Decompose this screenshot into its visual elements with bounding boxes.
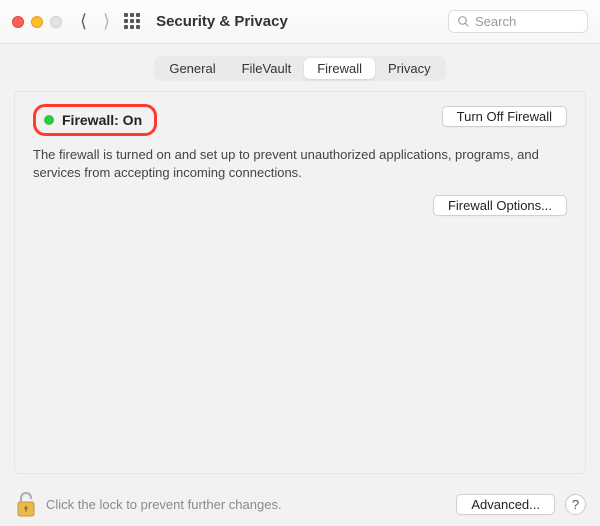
tab-group: General FileVault Firewall Privacy (154, 56, 445, 81)
tab-general[interactable]: General (156, 58, 228, 79)
options-row: Firewall Options... (33, 195, 567, 216)
status-indicator-icon (44, 115, 54, 125)
search-icon (457, 15, 470, 28)
firewall-panel: Firewall: On Turn Off Firewall The firew… (14, 91, 586, 474)
traffic-lights (12, 16, 62, 28)
tab-firewall[interactable]: Firewall (304, 58, 375, 79)
forward-button[interactable]: ⟩ (103, 11, 110, 32)
window-titlebar: ⟨ ⟩ Security & Privacy Search (0, 0, 600, 44)
lock-hint-label: Click the lock to prevent further change… (46, 497, 282, 512)
tab-filevault[interactable]: FileVault (229, 58, 305, 79)
firewall-status-label: Firewall: On (62, 112, 142, 128)
back-button[interactable]: ⟨ (80, 11, 87, 32)
close-window-button[interactable] (12, 16, 24, 28)
lock-icon[interactable] (14, 490, 38, 518)
firewall-options-button[interactable]: Firewall Options... (433, 195, 567, 216)
tab-privacy[interactable]: Privacy (375, 58, 444, 79)
help-button[interactable]: ? (565, 494, 586, 515)
search-field[interactable]: Search (448, 10, 588, 33)
footer-bar: Click the lock to prevent further change… (0, 482, 600, 526)
advanced-button[interactable]: Advanced... (456, 494, 555, 515)
zoom-window-button[interactable] (50, 16, 62, 28)
window-title: Security & Privacy (156, 13, 288, 30)
turn-off-firewall-button[interactable]: Turn Off Firewall (442, 106, 567, 127)
tab-bar: General FileVault Firewall Privacy (14, 56, 586, 81)
nav-arrows: ⟨ ⟩ (80, 11, 110, 32)
firewall-description: The firewall is turned on and set up to … (33, 146, 553, 181)
show-all-prefs-button[interactable] (124, 13, 142, 31)
search-placeholder: Search (475, 14, 516, 29)
status-row: Firewall: On Turn Off Firewall (33, 106, 567, 136)
firewall-status-highlight: Firewall: On (33, 104, 157, 136)
main-content: General FileVault Firewall Privacy Firew… (0, 44, 600, 482)
minimize-window-button[interactable] (31, 16, 43, 28)
